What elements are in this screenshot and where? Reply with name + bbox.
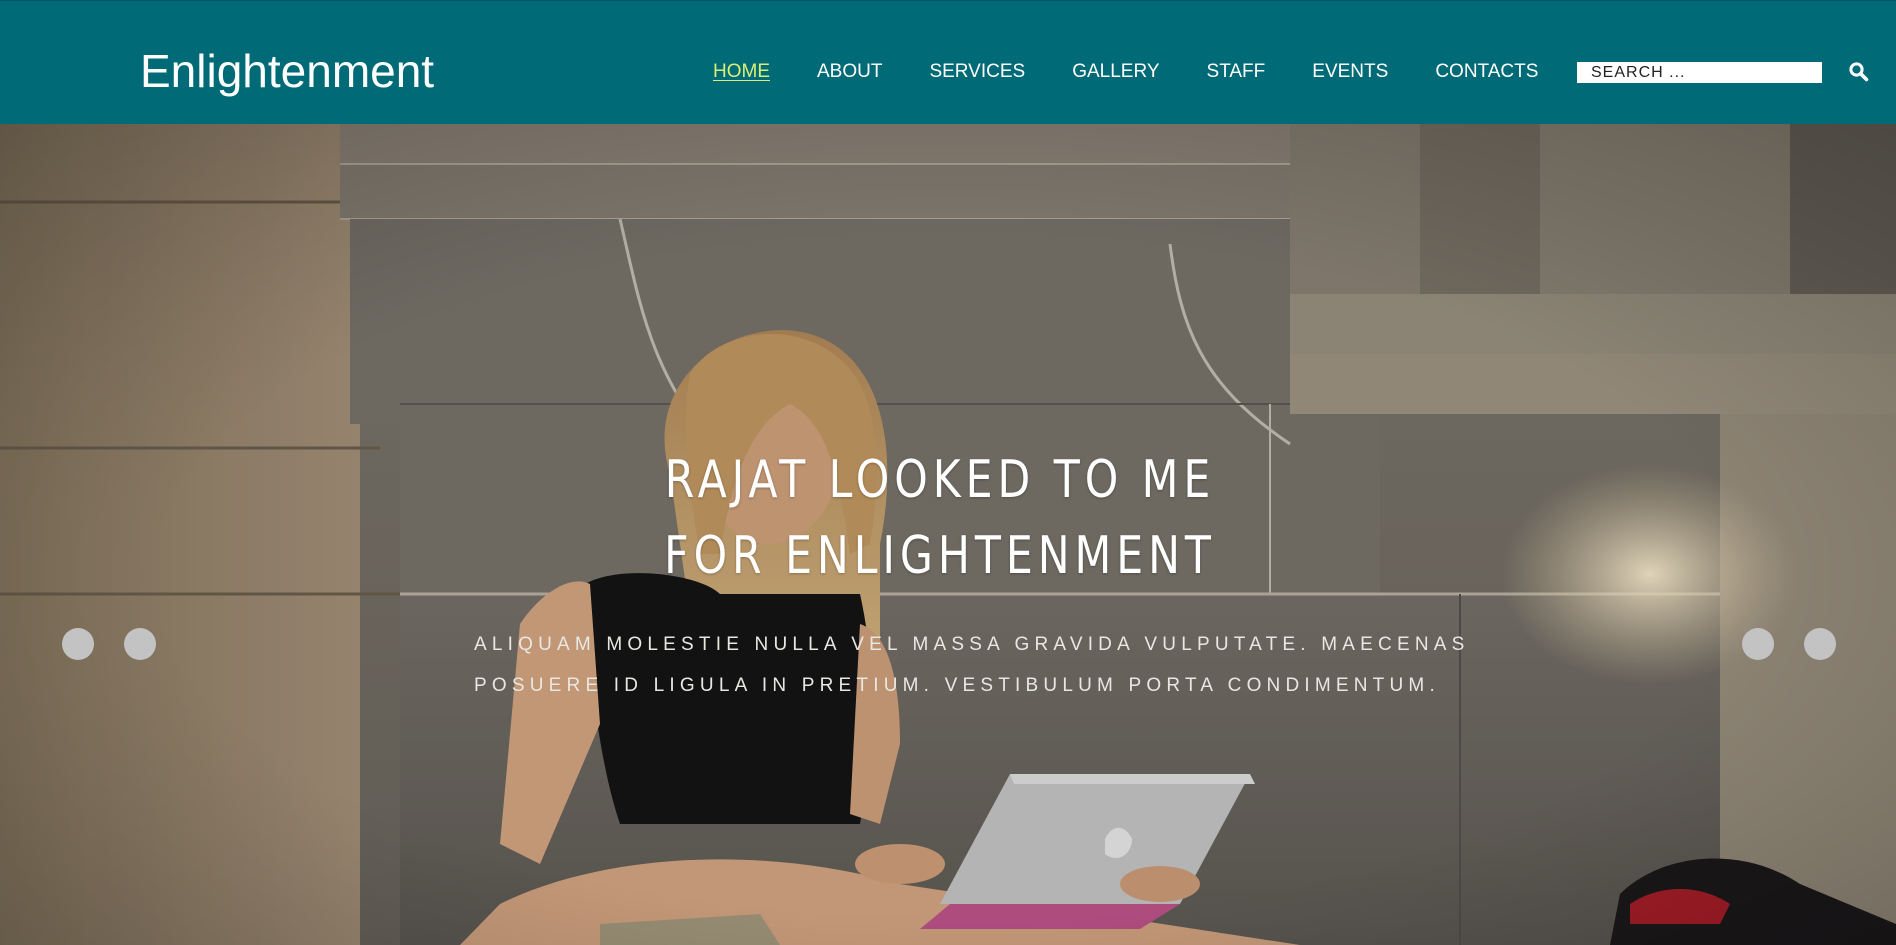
search-button[interactable] (1848, 61, 1870, 83)
nav-link-events[interactable]: EVENTS (1312, 60, 1388, 84)
hero-slider: RAJAT LOOKED TO ME FOR ENLIGHTENMENT Ali… (0, 124, 1896, 945)
nav-link-contacts[interactable]: CONTACTS (1435, 60, 1538, 84)
search-icon (1849, 62, 1869, 82)
site-logo[interactable]: Enlightenment (140, 43, 434, 99)
search-input[interactable] (1577, 62, 1822, 83)
nav-link-about[interactable]: ABOUT (817, 60, 882, 84)
main-nav: HOME ABOUT SERVICES GALLERY STAFF EVENTS… (713, 60, 1538, 84)
slider-dot-4[interactable] (1804, 628, 1836, 660)
hero-title: RAJAT LOOKED TO ME FOR ENLIGHTENMENT (664, 450, 1216, 586)
nav-link-gallery[interactable]: GALLERY (1072, 60, 1159, 84)
slider-dot-2[interactable] (124, 628, 156, 660)
nav-link-home[interactable]: HOME (713, 60, 770, 84)
nav-link-staff[interactable]: STAFF (1207, 60, 1266, 84)
site-header: Enlightenment HOME ABOUT SERVICES GALLER… (0, 0, 1896, 124)
hero-description: Aliquam molestie nulla vel massa gravida… (474, 634, 1470, 696)
nav-link-services[interactable]: SERVICES (929, 60, 1025, 84)
slider-dot-3[interactable] (1742, 628, 1774, 660)
slider-dot-1[interactable] (62, 628, 94, 660)
